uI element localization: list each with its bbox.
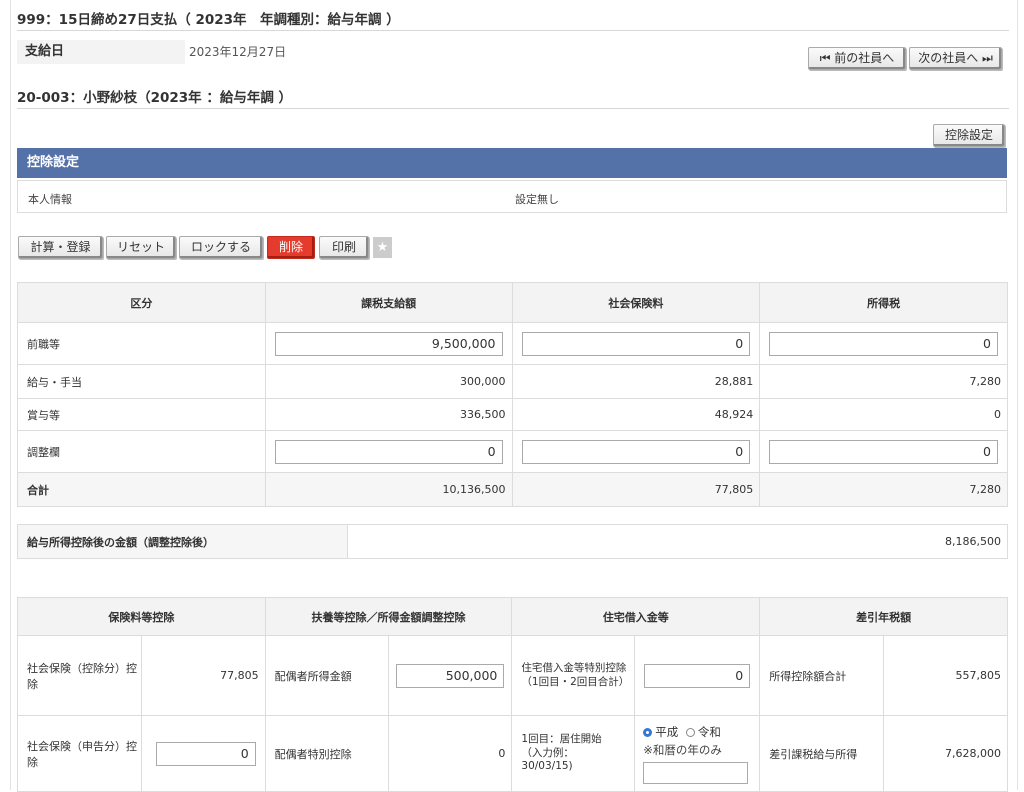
row-label-total: 合計 [17,472,266,507]
social-deducted-label: 社会保険（控除分）控除 [17,635,142,716]
era-heisei-radio[interactable] [643,728,653,737]
bonus-tax-value: 0 [759,398,1008,431]
net-taxable-value: 7,628,000 [883,715,1008,792]
social-deducted-value: 77,805 [140,635,266,716]
table-row: 社会保険（申告分）控除 0 配偶者特別控除 0 1回目：居住開始 （入力例： 3… [17,715,1008,792]
total-tax-value: 7,280 [759,472,1008,507]
summary-header-category: 区分 [17,282,266,323]
salary-social-value: 28,881 [511,364,761,399]
prev-employee-button[interactable]: ⏮ 前の社員へ [808,47,906,70]
summary-header-taxable: 課税支給額 [264,282,513,323]
row-label: 前職等 [17,322,266,365]
table-row-total: 合計 10,136,500 77,805 7,280 [17,472,1008,507]
housing-loan-label: 住宅借入金等特別控除 （1回目・2回目合計） [511,635,636,716]
pay-date-label: 支給日 [17,40,185,64]
after-deduction-label: 給与所得控除後の金額（調整控除後） [17,524,348,559]
adjust-tax-input[interactable]: 0 [769,439,998,464]
lock-button[interactable]: ロックする [179,236,263,259]
spouse-special-label: 配偶者特別控除 [264,715,390,792]
deduction-header-dependents: 扶養等控除／所得金額調整控除 [264,597,513,636]
residence-era-cell: 平成 令和 ※和暦の年のみ [634,715,761,792]
favorite-star-icon[interactable]: ★ [373,237,392,258]
adjust-social-input[interactable]: 0 [521,439,751,464]
after-deduction-table: 給与所得控除後の金額（調整控除後） 8,186,500 [17,524,1009,559]
delete-button[interactable]: 削除 [267,236,315,259]
adjust-taxable-input[interactable]: 0 [274,439,503,464]
total-deduction-value: 557,805 [883,635,1008,716]
housing-loan-input[interactable]: 0 [644,663,751,688]
total-social-value: 77,805 [511,472,761,507]
prior-job-social-input[interactable]: 0 [521,331,751,356]
table-row: 前職等 9,500,000 0 0 [17,322,1008,365]
calc-register-button[interactable]: 計算・登録 [18,236,103,259]
summary-header-social: 社会保険料 [511,282,761,323]
summary-table: 区分 課税支給額 社会保険料 所得税 前職等 9,500,000 0 0 給与・… [17,282,1008,507]
social-declared-label: 社会保険（申告分）控除 [17,715,142,792]
row-label: 給与・手当 [17,364,266,399]
page-title: 999：15日締め27日支払（ 2023年 年調種別：給与年調 ） [17,8,1009,31]
deduction-header-net-tax: 差引年税額 [759,597,1008,636]
deduction-section-header: 控除設定 [17,148,1007,178]
prior-job-tax-input[interactable]: 0 [769,331,998,356]
salary-taxable-value: 300,000 [264,364,513,399]
salary-tax-value: 7,280 [759,364,1008,399]
prior-job-taxable-input[interactable]: 9,500,000 [274,331,503,356]
total-taxable-value: 10,136,500 [264,472,513,507]
spouse-special-value: 0 [388,715,513,792]
employee-title: 20-003：小野紗枝（2023年 ：給与年調 ） [17,86,1009,109]
row-label: 調整欄 [17,430,266,473]
table-row: 賞与等 336,500 48,924 0 [17,398,1008,431]
table-row: 調整欄 0 0 0 [17,430,1008,473]
deduction-settings-button[interactable]: 控除設定 [933,124,1005,147]
pay-date-value: 2023年12月27日 [189,45,287,59]
deduction-header-insurance: 保険料等控除 [17,597,266,636]
deduction-table: 保険料等控除 扶養等控除／所得金額調整控除 住宅借入金等 差引年税額 社会保険（… [17,597,1008,792]
bonus-taxable-value: 336,500 [264,398,513,431]
next-employee-button[interactable]: 次の社員へ ⏭ [909,47,1002,70]
spouse-income-label: 配偶者所得金額 [264,635,390,716]
after-deduction-value: 8,186,500 [346,524,1009,559]
era-note: ※和暦の年のみ [643,743,722,757]
reset-button[interactable]: リセット [106,236,176,259]
table-row: 給与・手当 300,000 28,881 7,280 [17,364,1008,399]
era-reiwa-radio[interactable] [685,728,695,737]
net-taxable-label: 差引課税給与所得 [759,715,885,792]
total-deduction-label: 所得控除額合計 [759,635,885,716]
residence-start-label: 1回目：居住開始 （入力例： 30/03/15) [511,715,636,792]
era-reiwa-label: 令和 [697,725,721,739]
print-button[interactable]: 印刷 [319,236,369,259]
spouse-income-input[interactable]: 500,000 [396,663,505,688]
residence-start-input[interactable] [643,762,749,784]
personal-info-value: 設定無し [515,193,559,206]
bonus-social-value: 48,924 [511,398,761,431]
table-row: 社会保険（控除分）控除 77,805 配偶者所得金額 500,000 住宅借入金… [17,635,1008,716]
social-declared-input[interactable]: 0 [155,741,256,766]
deduction-header-housing: 住宅借入金等 [511,597,761,636]
era-heisei-label: 平成 [655,725,679,739]
summary-header-tax: 所得税 [759,282,1008,323]
page-frame: 999：15日締め27日支払（ 2023年 年調種別：給与年調 ） 支給日 20… [10,0,1018,792]
personal-info-label: 本人情報 [28,193,72,206]
personal-info-box: 本人情報 設定無し [17,180,1007,213]
row-label: 賞与等 [17,398,266,431]
